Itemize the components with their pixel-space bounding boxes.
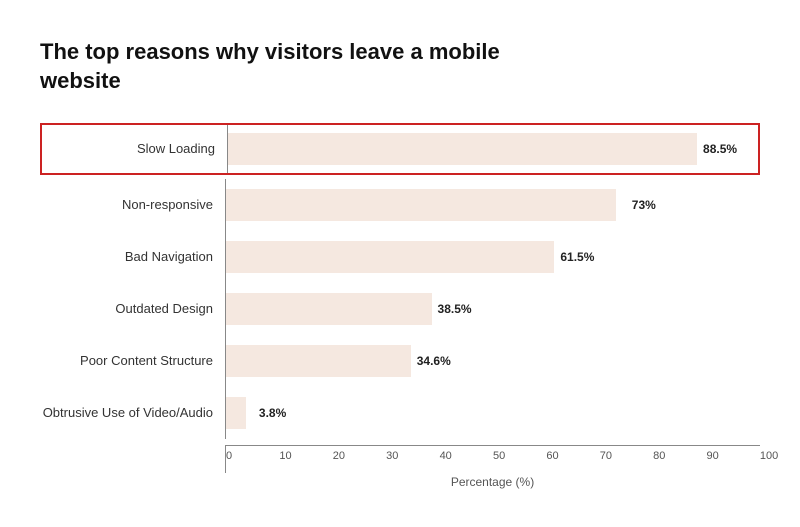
bar-fill: 88.5% bbox=[228, 133, 697, 165]
x-tick-labels: 0102030405060708090100 bbox=[226, 446, 760, 462]
bar-row: Obtrusive Use of Video/Audio3.8% bbox=[40, 387, 760, 439]
bar-track: 88.5% bbox=[227, 125, 758, 173]
bar-track: 73% bbox=[225, 179, 760, 231]
bar-row: Non-responsive73% bbox=[40, 179, 760, 231]
bar-value-label: 73% bbox=[632, 198, 656, 212]
chart-container: The top reasons why visitors leave a mob… bbox=[40, 38, 760, 489]
bar-row: Bad Navigation61.5% bbox=[40, 231, 760, 283]
bar-value-label: 61.5% bbox=[560, 250, 594, 264]
bar-fill: 3.8% bbox=[226, 397, 246, 429]
bar-value-label: 38.5% bbox=[438, 302, 472, 316]
bar-track: 38.5% bbox=[225, 283, 760, 335]
bar-fill: 38.5% bbox=[226, 293, 432, 325]
x-axis-title: Percentage (%) bbox=[40, 475, 760, 489]
x-axis: 0102030405060708090100 bbox=[225, 445, 760, 473]
bar-label: Non-responsive bbox=[40, 197, 225, 213]
bar-track: 3.8% bbox=[225, 387, 760, 439]
chart-title: The top reasons why visitors leave a mob… bbox=[40, 38, 520, 95]
chart-area: Slow Loading88.5%Non-responsive73%Bad Na… bbox=[40, 123, 760, 439]
bar-label: Outdated Design bbox=[40, 301, 225, 317]
bar-fill: 61.5% bbox=[226, 241, 554, 273]
bar-label: Poor Content Structure bbox=[40, 353, 225, 369]
bar-fill: 73% bbox=[226, 189, 616, 221]
bar-track: 34.6% bbox=[225, 335, 760, 387]
bar-value-label: 88.5% bbox=[703, 142, 737, 156]
bar-value-label: 3.8% bbox=[259, 406, 286, 420]
bar-label: Bad Navigation bbox=[40, 249, 225, 265]
bar-row: Slow Loading88.5% bbox=[40, 123, 760, 175]
bar-track: 61.5% bbox=[225, 231, 760, 283]
bar-fill: 34.6% bbox=[226, 345, 411, 377]
x-axis-area: 0102030405060708090100 bbox=[40, 445, 760, 473]
bar-row: Poor Content Structure34.6% bbox=[40, 335, 760, 387]
bar-label: Obtrusive Use of Video/Audio bbox=[40, 405, 225, 421]
bar-label: Slow Loading bbox=[42, 141, 227, 157]
bar-row: Outdated Design38.5% bbox=[40, 283, 760, 335]
bar-value-label: 34.6% bbox=[417, 354, 451, 368]
